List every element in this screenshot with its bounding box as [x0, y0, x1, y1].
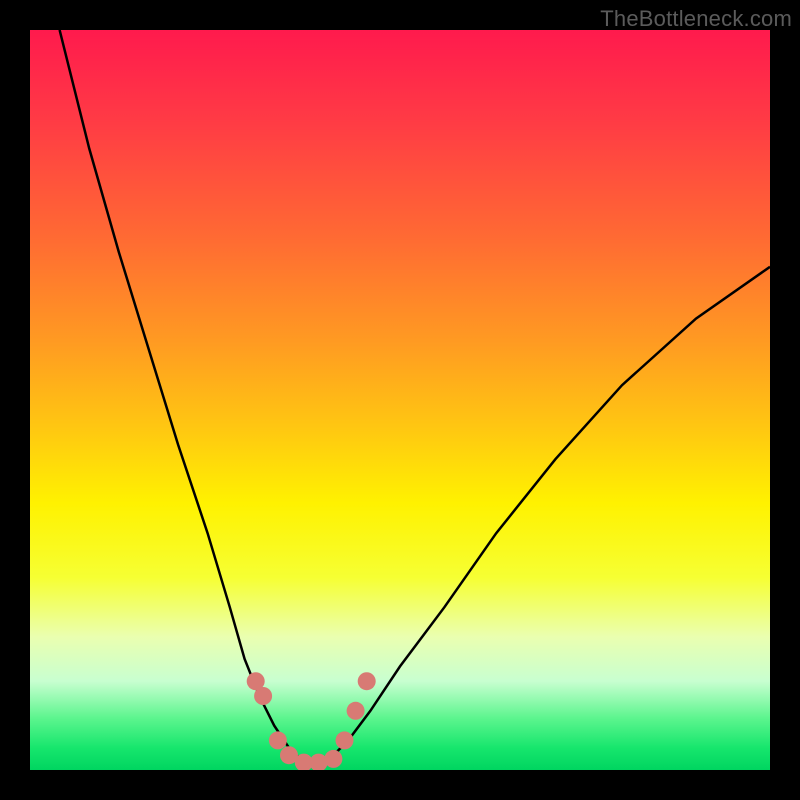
marker-dot	[324, 750, 342, 768]
watermark-text: TheBottleneck.com	[600, 6, 792, 32]
marker-dot	[269, 731, 287, 749]
curve-line	[60, 30, 770, 763]
marker-group	[247, 672, 376, 770]
frame: TheBottleneck.com	[0, 0, 800, 800]
marker-dot	[336, 731, 354, 749]
chart-overlay	[30, 30, 770, 770]
marker-dot	[358, 672, 376, 690]
marker-dot	[254, 687, 272, 705]
curve-path-group	[60, 30, 770, 763]
marker-dot	[347, 702, 365, 720]
